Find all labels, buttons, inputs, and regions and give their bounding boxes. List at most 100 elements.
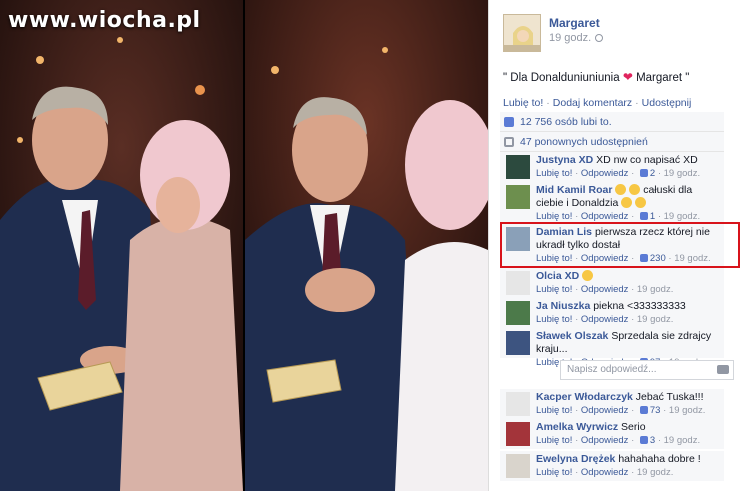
post-header: Margaret 19 godz. (503, 14, 743, 54)
commenter-name[interactable]: Sławek Olszak (536, 330, 608, 342)
comment-reply-link[interactable]: Odpowiedz (581, 405, 629, 416)
comment-time[interactable]: 19 godz. (637, 284, 673, 295)
comment-like-count[interactable]: 73 (650, 405, 661, 416)
commenter-avatar[interactable] (506, 422, 530, 446)
commenter-avatar[interactable] (506, 331, 530, 355)
comment-reply-link[interactable]: Odpowiedz (581, 168, 629, 179)
smiley-icon (621, 197, 633, 208)
comment-reply-link[interactable]: Odpowiedz (581, 314, 629, 325)
comment-like-link[interactable]: Lubię to! (536, 467, 572, 478)
comment-item: Mid Kamil Roar całuski dla ciebie i Dona… (500, 182, 724, 222)
comment-like-count[interactable]: 2 (650, 168, 655, 179)
watermark-text: www.wiocha.pl (8, 8, 201, 33)
thumbs-up-icon (504, 117, 514, 127)
smiley-icon (615, 184, 627, 195)
comment-like-count[interactable]: 1 (650, 211, 655, 222)
comment-body: Olcia XD Lubię to! · Odpowiedz · 19 godz… (536, 270, 721, 296)
comment-body: Ewelyna Drężek hahahaha dobre ! Lubię to… (536, 453, 721, 479)
comment-like-link[interactable]: Lubię to! (536, 314, 572, 325)
commenter-avatar[interactable] (506, 301, 530, 325)
photo-collage: www.wiocha.pl (0, 0, 488, 491)
thumbs-up-icon (639, 406, 648, 414)
thumbs-up-icon (639, 169, 648, 177)
post-author-name[interactable]: Margaret (549, 16, 600, 30)
add-comment-button[interactable]: Dodaj komentarz (553, 97, 632, 109)
comment-like-count[interactable]: 3 (650, 435, 655, 446)
commenter-name[interactable]: Mid Kamil Roar (536, 184, 612, 196)
shares-summary-row[interactable]: 47 ponownych udostępnień (500, 132, 724, 152)
commenter-name[interactable]: Justyna XD (536, 154, 593, 166)
commenter-avatar[interactable] (506, 185, 530, 209)
commenter-avatar[interactable] (506, 155, 530, 179)
comment-like-link[interactable]: Lubię to! (536, 435, 572, 446)
comment-like-link[interactable]: Lubię to! (536, 211, 572, 222)
reply-placeholder: Napisz odpowiedź... (567, 364, 657, 375)
commenter-name[interactable]: Olcia XD (536, 270, 579, 282)
commenter-name[interactable]: Kacper Włodarczyk (536, 391, 633, 403)
comment-like-link[interactable]: Lubię to! (536, 168, 572, 179)
photo-left-image (0, 0, 243, 491)
separator-dot: · (546, 97, 550, 109)
heart-icon: ❤ (622, 70, 633, 84)
comment-time[interactable]: 19 godz. (637, 314, 673, 325)
post-time-text: 19 godz. (549, 32, 592, 44)
comment-time[interactable]: 19 godz. (637, 467, 673, 478)
likes-summary-row[interactable]: 12 756 osób lubi to. (500, 112, 724, 132)
comment-body: Ja Niuszka piekna <333333333 Lubię to! ·… (536, 300, 721, 326)
camera-icon[interactable] (717, 365, 729, 374)
comment-text: Serio (621, 421, 646, 433)
comment-meta: Lubię to! · Odpowiedz · 19 godz. (536, 284, 674, 295)
comment-time[interactable]: 19 godz. (669, 405, 705, 416)
post-text: " Dla Donalduniuniunia ❤ Margaret " (503, 70, 689, 84)
red-highlight-frame (500, 222, 740, 268)
comment-item: Olcia XD Lubię to! · Odpowiedz · 19 godz… (500, 268, 724, 298)
comment-body: Amelka Wyrwicz Serio Lubię to! · Odpowie… (536, 421, 721, 447)
like-button[interactable]: Lubię to! (503, 97, 543, 109)
commenter-name[interactable]: Ewelyna Drężek (536, 453, 615, 465)
photo-right-image (245, 0, 488, 491)
thumbs-up-icon (639, 436, 648, 444)
shares-count-text: 47 ponownych udostępnień (520, 136, 648, 148)
commenter-name[interactable]: Amelka Wyrwicz (536, 421, 618, 433)
comment-time[interactable]: 19 godz. (664, 435, 700, 446)
smiley-icon (582, 270, 594, 281)
post-timestamp[interactable]: 19 godz. (549, 32, 604, 44)
reply-input[interactable]: Napisz odpowiedź... (560, 360, 734, 380)
comment-meta: Lubię to! · Odpowiedz · 19 godz. (536, 467, 674, 478)
photo-left: www.wiocha.pl (0, 0, 243, 491)
share-icon (504, 137, 514, 147)
comment-reply-link[interactable]: Odpowiedz (581, 435, 629, 446)
comment-item: Kacper Włodarczyk Jebać Tuska!!! Lubię t… (500, 389, 724, 419)
comment-text: Jebać Tuska!!! (635, 391, 704, 403)
author-avatar[interactable] (503, 14, 541, 52)
comment-reply-link[interactable]: Odpowiedz (581, 284, 629, 295)
post-actions: Lubię to! · Dodaj komentarz · Udostępnij (503, 97, 691, 109)
post-text-suffix: Margaret " (636, 72, 690, 84)
share-button[interactable]: Udostępnij (642, 97, 692, 109)
comment-meta: Lubię to! · Odpowiedz · 2 · 19 godz. (536, 168, 701, 179)
comment-like-link[interactable]: Lubię to! (536, 405, 572, 416)
comment-reply-link[interactable]: Odpowiedz (581, 467, 629, 478)
commenter-avatar[interactable] (506, 392, 530, 416)
comment-reply-link[interactable]: Odpowiedz (581, 211, 629, 222)
photo-right (245, 0, 488, 491)
commenter-avatar[interactable] (506, 454, 530, 478)
likes-summary[interactable]: 12 756 osób lubi to. (500, 112, 612, 132)
commenter-name[interactable]: Ja Niuszka (536, 300, 590, 312)
comment-body: Mid Kamil Roar całuski dla ciebie i Dona… (536, 184, 721, 223)
comment-like-link[interactable]: Lubię to! (536, 284, 572, 295)
author-avatar-image (504, 15, 540, 51)
comment-item: Ewelyna Drężek hahahaha dobre ! Lubię to… (500, 451, 724, 481)
post-text-prefix: " Dla Donalduniuniunia (503, 72, 620, 84)
comment-item: Amelka Wyrwicz Serio Lubię to! · Odpowie… (500, 419, 724, 449)
globe-icon (595, 34, 604, 42)
comment-body: Kacper Włodarczyk Jebać Tuska!!! Lubię t… (536, 391, 721, 417)
comment-item: Justyna XD XD nw co napisać XD Lubię to!… (500, 152, 724, 182)
separator-dot: · (635, 97, 639, 109)
comment-item: Sławek Olszak Sprzedala sie zdrajcy kraj… (500, 328, 724, 368)
smiley-icon (635, 197, 647, 208)
comment-time[interactable]: 19 godz. (664, 168, 700, 179)
shares-summary[interactable]: 47 ponownych udostępnień (500, 132, 648, 152)
commenter-avatar[interactable] (506, 271, 530, 295)
comment-time[interactable]: 19 godz. (664, 211, 700, 222)
